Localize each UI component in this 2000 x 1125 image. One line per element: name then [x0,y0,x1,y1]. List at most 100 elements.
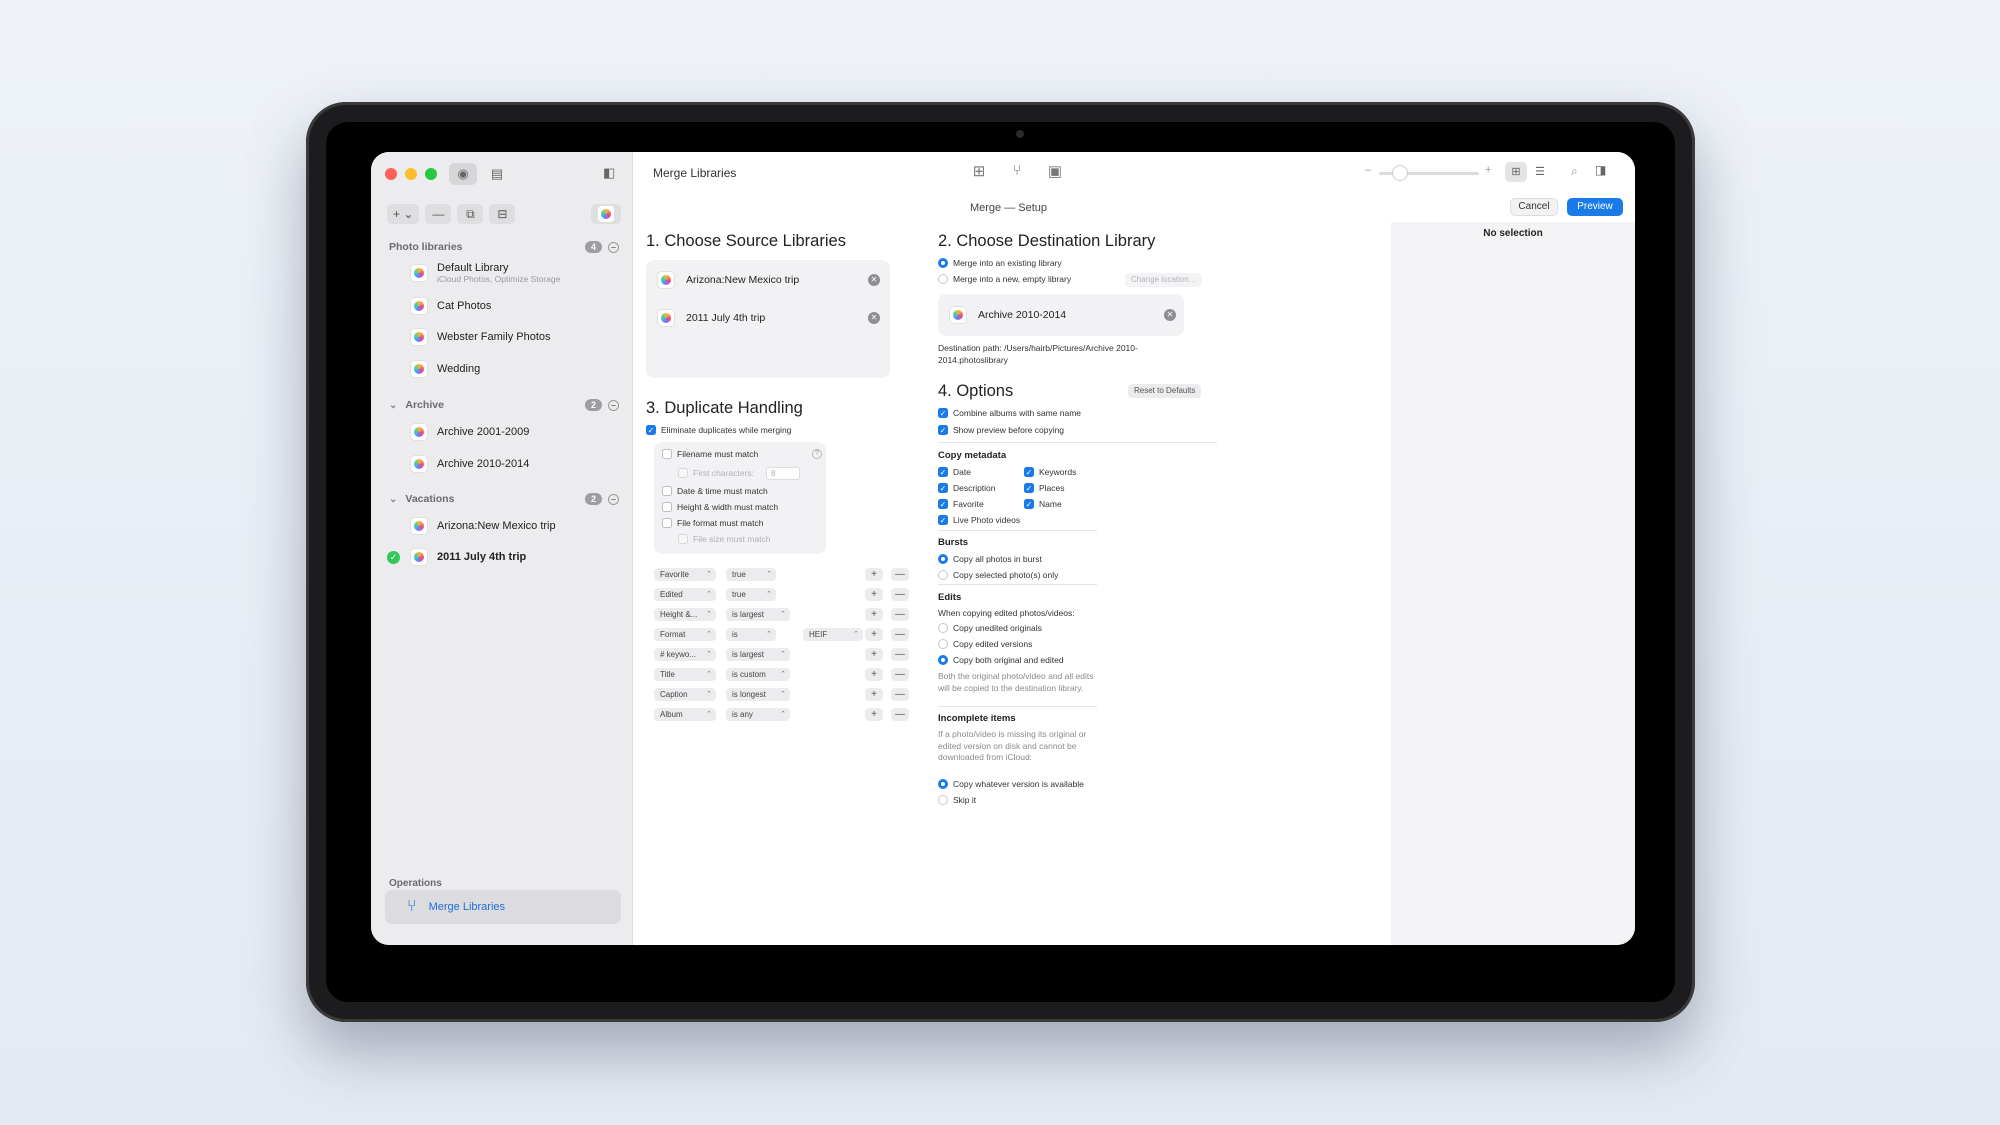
source-item[interactable]: 2011 July 4th trip ✕ [658,310,880,326]
chevron-down-icon[interactable]: ⌄ [389,494,397,505]
rule-field-popup[interactable]: Title [654,668,716,681]
metadata-name-checkbox[interactable]: ✓ Name [1024,499,1062,509]
cancel-button[interactable]: Cancel [1510,198,1558,216]
remove-rule-button[interactable]: — [891,628,909,641]
rule-op-popup[interactable]: is any [726,708,790,721]
zoom-slider-knob[interactable] [1393,166,1407,180]
remove-destination-icon[interactable]: ✕ [1164,309,1176,321]
metadata-places-checkbox[interactable]: ✓ Places [1024,483,1065,493]
grid-view-icon[interactable]: ⊞ [1505,162,1527,182]
add-rule-button[interactable]: + [865,668,883,681]
search-icon[interactable]: ⌕ [1571,164,1578,179]
rule-field-popup[interactable]: Height &... [654,608,716,621]
destination-library-item[interactable]: Archive 2010-2014 ✕ [950,307,1176,323]
remove-rule-button[interactable]: — [891,648,909,661]
library-item[interactable]: 2011 July 4th trip [411,549,621,565]
library-item[interactable]: Wedding [411,361,621,377]
add-rule-button[interactable]: + [865,648,883,661]
edits-edited-radio[interactable]: Copy edited versions [938,639,1032,649]
remove-library-button[interactable]: — [425,204,452,224]
eliminate-duplicates-checkbox[interactable]: ✓ Eliminate duplicates while merging [646,425,791,435]
zoom-slider[interactable] [1379,166,1479,180]
library-item[interactable]: Cat Photos [411,298,621,314]
library-item[interactable]: Default Library iCloud Photos, Optimize … [411,262,621,284]
metadata-favorite-checkbox[interactable]: ✓ Favorite [938,499,984,509]
section-photo-libraries[interactable]: Photo libraries 4 – [389,241,619,253]
grid-mode-icon[interactable]: ⊞ [965,162,993,184]
document-icon[interactable]: ▤ [483,163,511,185]
collapse-icon[interactable]: – [608,493,619,505]
collapse-icon[interactable]: – [608,241,619,253]
minimize-window-button[interactable] [405,168,417,180]
compare-mode-icon[interactable]: ▣ [1041,162,1069,184]
first-characters-field[interactable]: 8 [766,467,800,480]
library-item[interactable]: Arizona:New Mexico trip [411,518,621,534]
rule-field-popup[interactable]: Format [654,628,716,641]
library-item[interactable]: Archive 2010-2014 [411,456,621,472]
remove-rule-button[interactable]: — [891,588,909,601]
close-window-button[interactable] [385,168,397,180]
section-archive[interactable]: ⌄ Archive 2 – [389,399,619,411]
remove-source-icon[interactable]: ✕ [868,312,880,324]
rule-op-popup[interactable]: true [726,568,776,581]
rule-op-popup[interactable]: is custom [726,668,790,681]
collapse-icon[interactable]: – [608,399,619,411]
add-rule-button[interactable]: + [865,708,883,721]
remove-rule-button[interactable]: — [891,688,909,701]
add-rule-button[interactable]: + [865,688,883,701]
duplicate-icon[interactable]: ⧉ [457,204,484,224]
library-item[interactable]: Webster Family Photos [411,329,621,345]
remove-rule-button[interactable]: — [891,608,909,621]
rule-op-popup[interactable]: is largest [726,648,790,661]
operation-merge-libraries[interactable]: ⑂ Merge Libraries [385,890,621,924]
sidebar-toggle-icon[interactable]: ◧ [603,165,615,181]
rule-value-popup[interactable]: HEIF [803,628,863,641]
list-view-icon[interactable]: ☰ [1529,162,1551,182]
zoom-window-button[interactable] [425,168,437,180]
datetime-match-checkbox[interactable]: Date & time must match [662,486,768,496]
remove-rule-button[interactable]: — [891,568,909,581]
open-photos-button[interactable] [591,204,621,224]
metadata-live-checkbox[interactable]: ✓ Live Photo videos [938,515,1020,525]
section-vacations[interactable]: ⌄ Vacations 2 – [389,493,619,505]
chevron-down-icon[interactable]: ⌄ [389,400,397,411]
metadata-keywords-checkbox[interactable]: ✓ Keywords [1024,467,1076,477]
rule-field-popup[interactable]: Edited [654,588,716,601]
library-item[interactable]: Archive 2001-2009 [411,424,621,440]
rule-op-popup[interactable]: is longest [726,688,790,701]
preview-button[interactable]: Preview [1567,198,1623,216]
rule-op-popup[interactable]: is largest [726,608,790,621]
filename-match-checkbox[interactable]: Filename must match [662,449,758,459]
heightwidth-match-checkbox[interactable]: Height & width must match [662,502,778,512]
inspector-toggle-icon[interactable]: ◨ [1595,163,1606,177]
metadata-description-checkbox[interactable]: ✓ Description [938,483,996,493]
fileformat-match-checkbox[interactable]: File format must match [662,518,763,528]
merge-new-radio[interactable]: Merge into a new, empty library [938,274,1071,284]
remove-rule-button[interactable]: — [891,668,909,681]
rule-op-popup[interactable]: true [726,588,776,601]
edits-unedited-radio[interactable]: Copy unedited originals [938,623,1042,633]
edits-both-radio[interactable]: Copy both original and edited [938,655,1064,665]
rule-field-popup[interactable]: Caption [654,688,716,701]
add-rule-button[interactable]: + [865,568,883,581]
libraries-view-icon[interactable]: ◉ [449,163,477,185]
add-rule-button[interactable]: + [865,628,883,641]
combine-albums-checkbox[interactable]: ✓ Combine albums with same name [938,408,1081,418]
remove-source-icon[interactable]: ✕ [868,274,880,286]
copy-whatever-radio[interactable]: Copy whatever version is available [938,779,1084,789]
rule-op-popup[interactable]: is [726,628,776,641]
reset-defaults-button[interactable]: Reset to Defaults [1128,384,1202,398]
metadata-date-checkbox[interactable]: ✓ Date [938,467,971,477]
source-item[interactable]: Arizona:New Mexico trip ✕ [658,272,880,288]
filesize-match-checkbox[interactable]: File size must match [678,534,770,544]
show-preview-checkbox[interactable]: ✓ Show preview before copying [938,425,1064,435]
remove-rule-button[interactable]: — [891,708,909,721]
add-library-button[interactable]: + ⌄ [387,204,420,224]
rule-field-popup[interactable]: # keywo... [654,648,716,661]
rule-field-popup[interactable]: Favorite [654,568,716,581]
add-rule-button[interactable]: + [865,608,883,621]
merge-mode-icon[interactable]: ⑂ [1003,162,1031,184]
add-rule-button[interactable]: + [865,588,883,601]
skip-radio[interactable]: Skip it [938,795,976,805]
copy-icon[interactable]: ⊟ [489,204,516,224]
